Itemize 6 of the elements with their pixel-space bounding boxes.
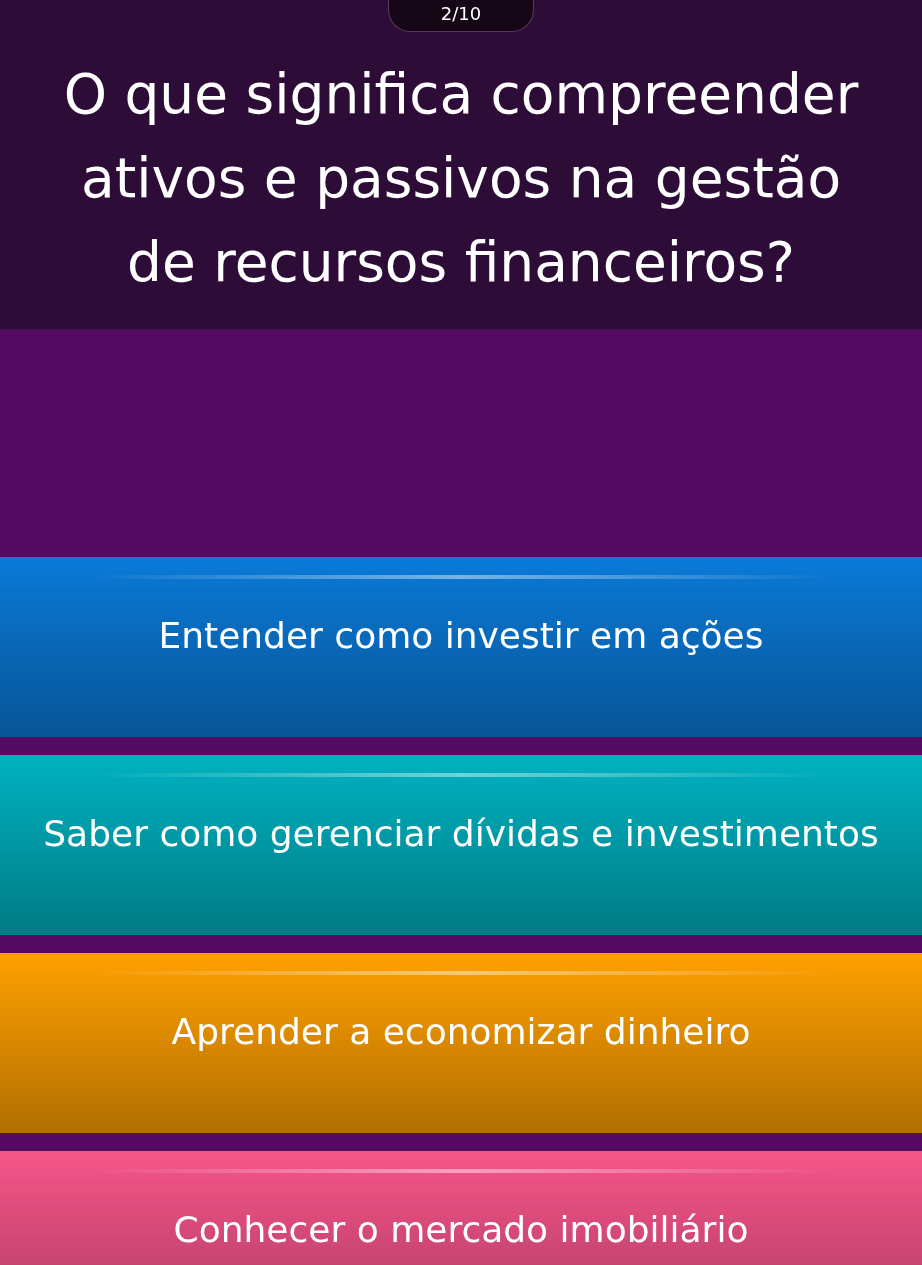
question-text: O que significa compreender ativos e passivos na gestão de recursos financeiros? xyxy=(62,61,860,296)
answer-button[interactable]: Saber como gerenciar dívidas e investimentos xyxy=(0,755,922,935)
answer-button[interactable]: Entender como investir em ações xyxy=(0,557,922,737)
question-counter: 2/10 xyxy=(388,0,534,32)
answer-button[interactable]: Conhecer o mercado imobiliário xyxy=(0,1151,922,1265)
answer-button[interactable]: Aprender a economizar dinheiro xyxy=(0,953,922,1133)
